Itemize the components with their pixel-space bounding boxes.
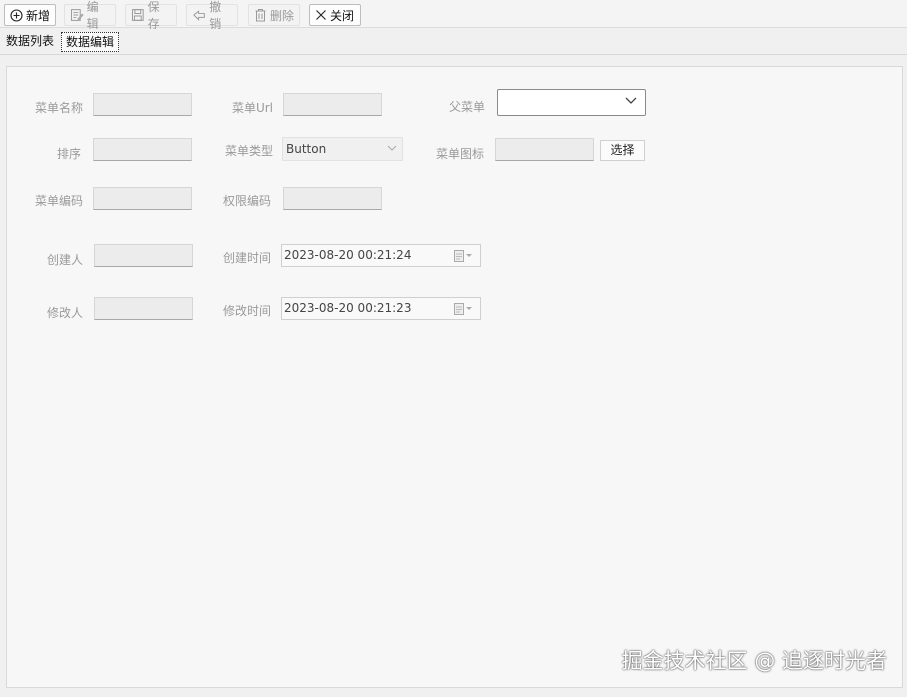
menu-icon-input[interactable] <box>495 138 594 161</box>
modify-time-picker[interactable]: 2023-08-20 00:21:23 <box>281 297 481 320</box>
close-button-label: 关闭 <box>330 8 355 23</box>
save-button-label: 保存 <box>147 0 160 31</box>
parent-menu-select[interactable] <box>497 89 646 116</box>
close-button[interactable]: 关闭 <box>309 4 361 26</box>
add-circle-icon <box>10 8 23 22</box>
calendar-dropdown-icon[interactable] <box>454 250 474 262</box>
permission-code-input[interactable] <box>283 187 382 210</box>
menu-type-value: Button <box>286 142 327 156</box>
menu-type-select[interactable]: Button <box>282 137 403 161</box>
modifier-label: 修改人 <box>46 306 83 320</box>
permission-code-label: 权限编码 <box>222 194 271 208</box>
menu-url-label: 菜单Url <box>231 101 273 115</box>
tab-data-list[interactable]: 数据列表 <box>2 32 58 52</box>
modify-time-value: 2023-08-20 00:21:23 <box>284 301 412 315</box>
edit-document-icon <box>70 9 84 21</box>
save-button[interactable]: 保存 <box>125 0 177 31</box>
delete-button[interactable]: 删除 <box>248 4 300 26</box>
create-time-value: 2023-08-20 00:21:24 <box>284 248 412 262</box>
parent-menu-label: 父菜单 <box>448 100 485 114</box>
close-icon <box>316 10 326 20</box>
toolbar: 新增 编辑 保存 撤销 删除 关闭 <box>0 0 907 31</box>
chevron-down-icon <box>387 145 397 151</box>
menu-icon-label: 菜单图标 <box>435 147 484 161</box>
edit-form-panel: 菜单名称 菜单Url 父菜单 排序 菜单类型 Button 菜单图标 选择 菜单… <box>6 66 903 688</box>
new-button-label: 新增 <box>26 8 51 23</box>
edit-button[interactable]: 编辑 <box>64 0 116 31</box>
sort-input[interactable] <box>93 138 192 161</box>
chevron-down-icon <box>625 97 637 104</box>
trash-icon <box>255 9 266 22</box>
calendar-dropdown-icon[interactable] <box>454 303 474 315</box>
sort-label: 排序 <box>56 147 81 161</box>
create-time-label: 创建时间 <box>222 251 271 265</box>
modifier-input[interactable] <box>94 297 193 320</box>
menu-name-input[interactable] <box>93 93 192 116</box>
undo-button[interactable]: 撤销 <box>186 0 238 31</box>
undo-icon <box>193 10 205 21</box>
menu-name-label: 菜单名称 <box>34 101 83 115</box>
menu-code-label: 菜单编码 <box>34 194 83 208</box>
new-button[interactable]: 新增 <box>4 4 56 26</box>
create-time-picker[interactable]: 2023-08-20 00:21:24 <box>281 244 481 267</box>
edit-button-label: 编辑 <box>86 0 99 31</box>
menu-code-input[interactable] <box>93 187 192 210</box>
menu-url-input[interactable] <box>283 93 382 116</box>
menu-type-label: 菜单类型 <box>224 144 273 158</box>
watermark: 掘金技术社区 @ 追逐时光者 <box>621 649 887 673</box>
delete-button-label: 删除 <box>270 8 295 23</box>
undo-button-label: 撤销 <box>209 0 222 31</box>
creator-input[interactable] <box>94 244 193 267</box>
tab-strip: 数据列表 数据编辑 <box>0 29 907 55</box>
tab-data-edit[interactable]: 数据编辑 <box>61 32 120 52</box>
creator-label: 创建人 <box>46 253 83 267</box>
select-icon-button[interactable]: 选择 <box>600 140 645 161</box>
save-disk-icon <box>131 9 144 21</box>
modify-time-label: 修改时间 <box>222 304 271 318</box>
